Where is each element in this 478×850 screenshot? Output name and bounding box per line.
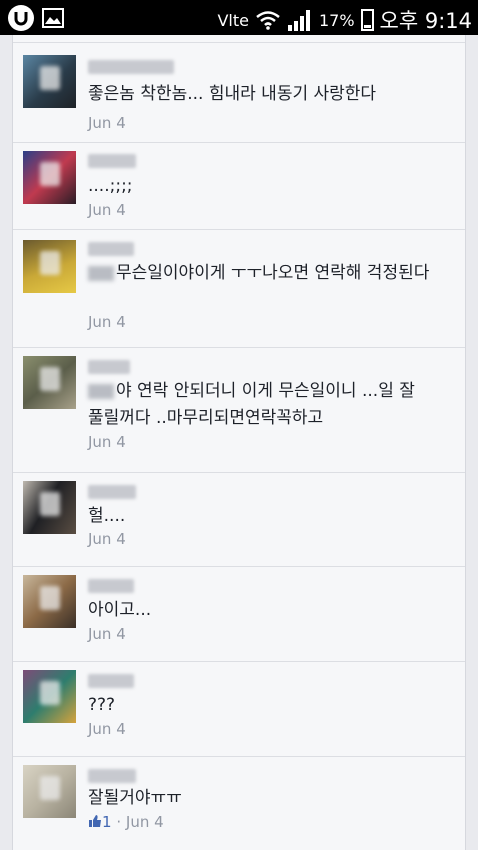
avatar[interactable] xyxy=(23,481,76,534)
comment-text: 아이고... xyxy=(88,600,152,620)
gallery-icon xyxy=(42,8,64,28)
comment-meta: 1 · Jun 4 xyxy=(88,813,164,831)
comment-item: ??? Jun 4 xyxy=(13,661,465,756)
avatar[interactable] xyxy=(23,151,76,204)
author-name[interactable] xyxy=(88,674,134,688)
battery-icon xyxy=(360,9,374,31)
comment-date[interactable]: Jun 4 xyxy=(126,813,164,831)
avatar[interactable] xyxy=(23,670,76,723)
comment-date[interactable]: Jun 4 xyxy=(88,433,126,451)
status-bar: Vlte 17% 오후 9:14 xyxy=(0,0,478,35)
avatar[interactable] xyxy=(23,356,76,409)
comment-item: 무슨일이야이게 ㅜㅜ나오면 연락해 걱정된다 Jun 4 xyxy=(13,229,465,347)
signal-icon xyxy=(287,10,310,31)
comment-date[interactable]: Jun 4 xyxy=(88,201,126,219)
comment-item: 잘될거야ㅠㅠ 1 · Jun 4 xyxy=(13,756,465,850)
like-icon xyxy=(89,815,101,827)
author-name[interactable] xyxy=(88,579,134,593)
like-count[interactable]: 1 xyxy=(88,813,116,831)
author-name[interactable] xyxy=(88,154,136,168)
avatar[interactable] xyxy=(23,575,76,628)
comment-text: 좋은놈 착한놈... 힘내라 내동기 사랑한다 xyxy=(88,84,377,104)
comment-item: ....;;;; Jun 4 xyxy=(13,142,465,229)
comment-text: 야 연락 안되더니 이게 무슨일이니 ...일 잘 풀릴꺼다 ..마무리되면연락… xyxy=(88,381,415,428)
comment-item: 아이고... Jun 4 xyxy=(13,566,465,661)
battery-percent: 17% xyxy=(318,10,355,30)
author-name[interactable] xyxy=(88,360,130,374)
u-plus-app-icon xyxy=(8,5,34,31)
wifi-icon xyxy=(256,11,280,30)
author-name[interactable] xyxy=(88,60,174,74)
comment-text: ....;;;; xyxy=(88,176,133,196)
comment-text: 무슨일이야이게 ㅜㅜ나오면 연락해 걱정된다 xyxy=(88,260,450,287)
comment-list[interactable]: 좋은놈 착한놈... 힘내라 내동기 사랑한다 Jun 4 ....;;;; J… xyxy=(12,35,466,850)
avatar[interactable] xyxy=(23,765,76,818)
author-name[interactable] xyxy=(88,769,136,783)
author-name[interactable] xyxy=(88,485,136,499)
avatar[interactable] xyxy=(23,55,76,108)
comment-text: 잘될거야ㅠㅠ xyxy=(88,788,182,808)
comment-date[interactable]: Jun 4 xyxy=(88,720,126,738)
comment-text: 헐.... xyxy=(88,506,126,526)
comment-date[interactable]: Jun 4 xyxy=(88,625,126,643)
comment-date[interactable]: Jun 4 xyxy=(88,313,126,331)
comment-date[interactable]: Jun 4 xyxy=(88,114,126,132)
comment-item: 헐.... Jun 4 xyxy=(13,472,465,566)
clock: 오후 9:14 xyxy=(379,9,472,33)
author-name[interactable] xyxy=(88,242,134,256)
comment-text: ??? xyxy=(88,695,116,715)
meta-separator: · xyxy=(116,813,122,831)
comment-item: 좋은놈 착한놈... 힘내라 내동기 사랑한다 Jun 4 xyxy=(13,42,465,142)
tagged-name[interactable] xyxy=(88,383,114,399)
comment-date[interactable]: Jun 4 xyxy=(88,530,126,548)
network-label: Vlte xyxy=(217,10,249,30)
avatar[interactable] xyxy=(23,240,76,293)
comment-item: 야 연락 안되더니 이게 무슨일이니 ...일 잘 풀릴꺼다 ..마무리되면연락… xyxy=(13,347,465,472)
tagged-name[interactable] xyxy=(88,265,114,281)
